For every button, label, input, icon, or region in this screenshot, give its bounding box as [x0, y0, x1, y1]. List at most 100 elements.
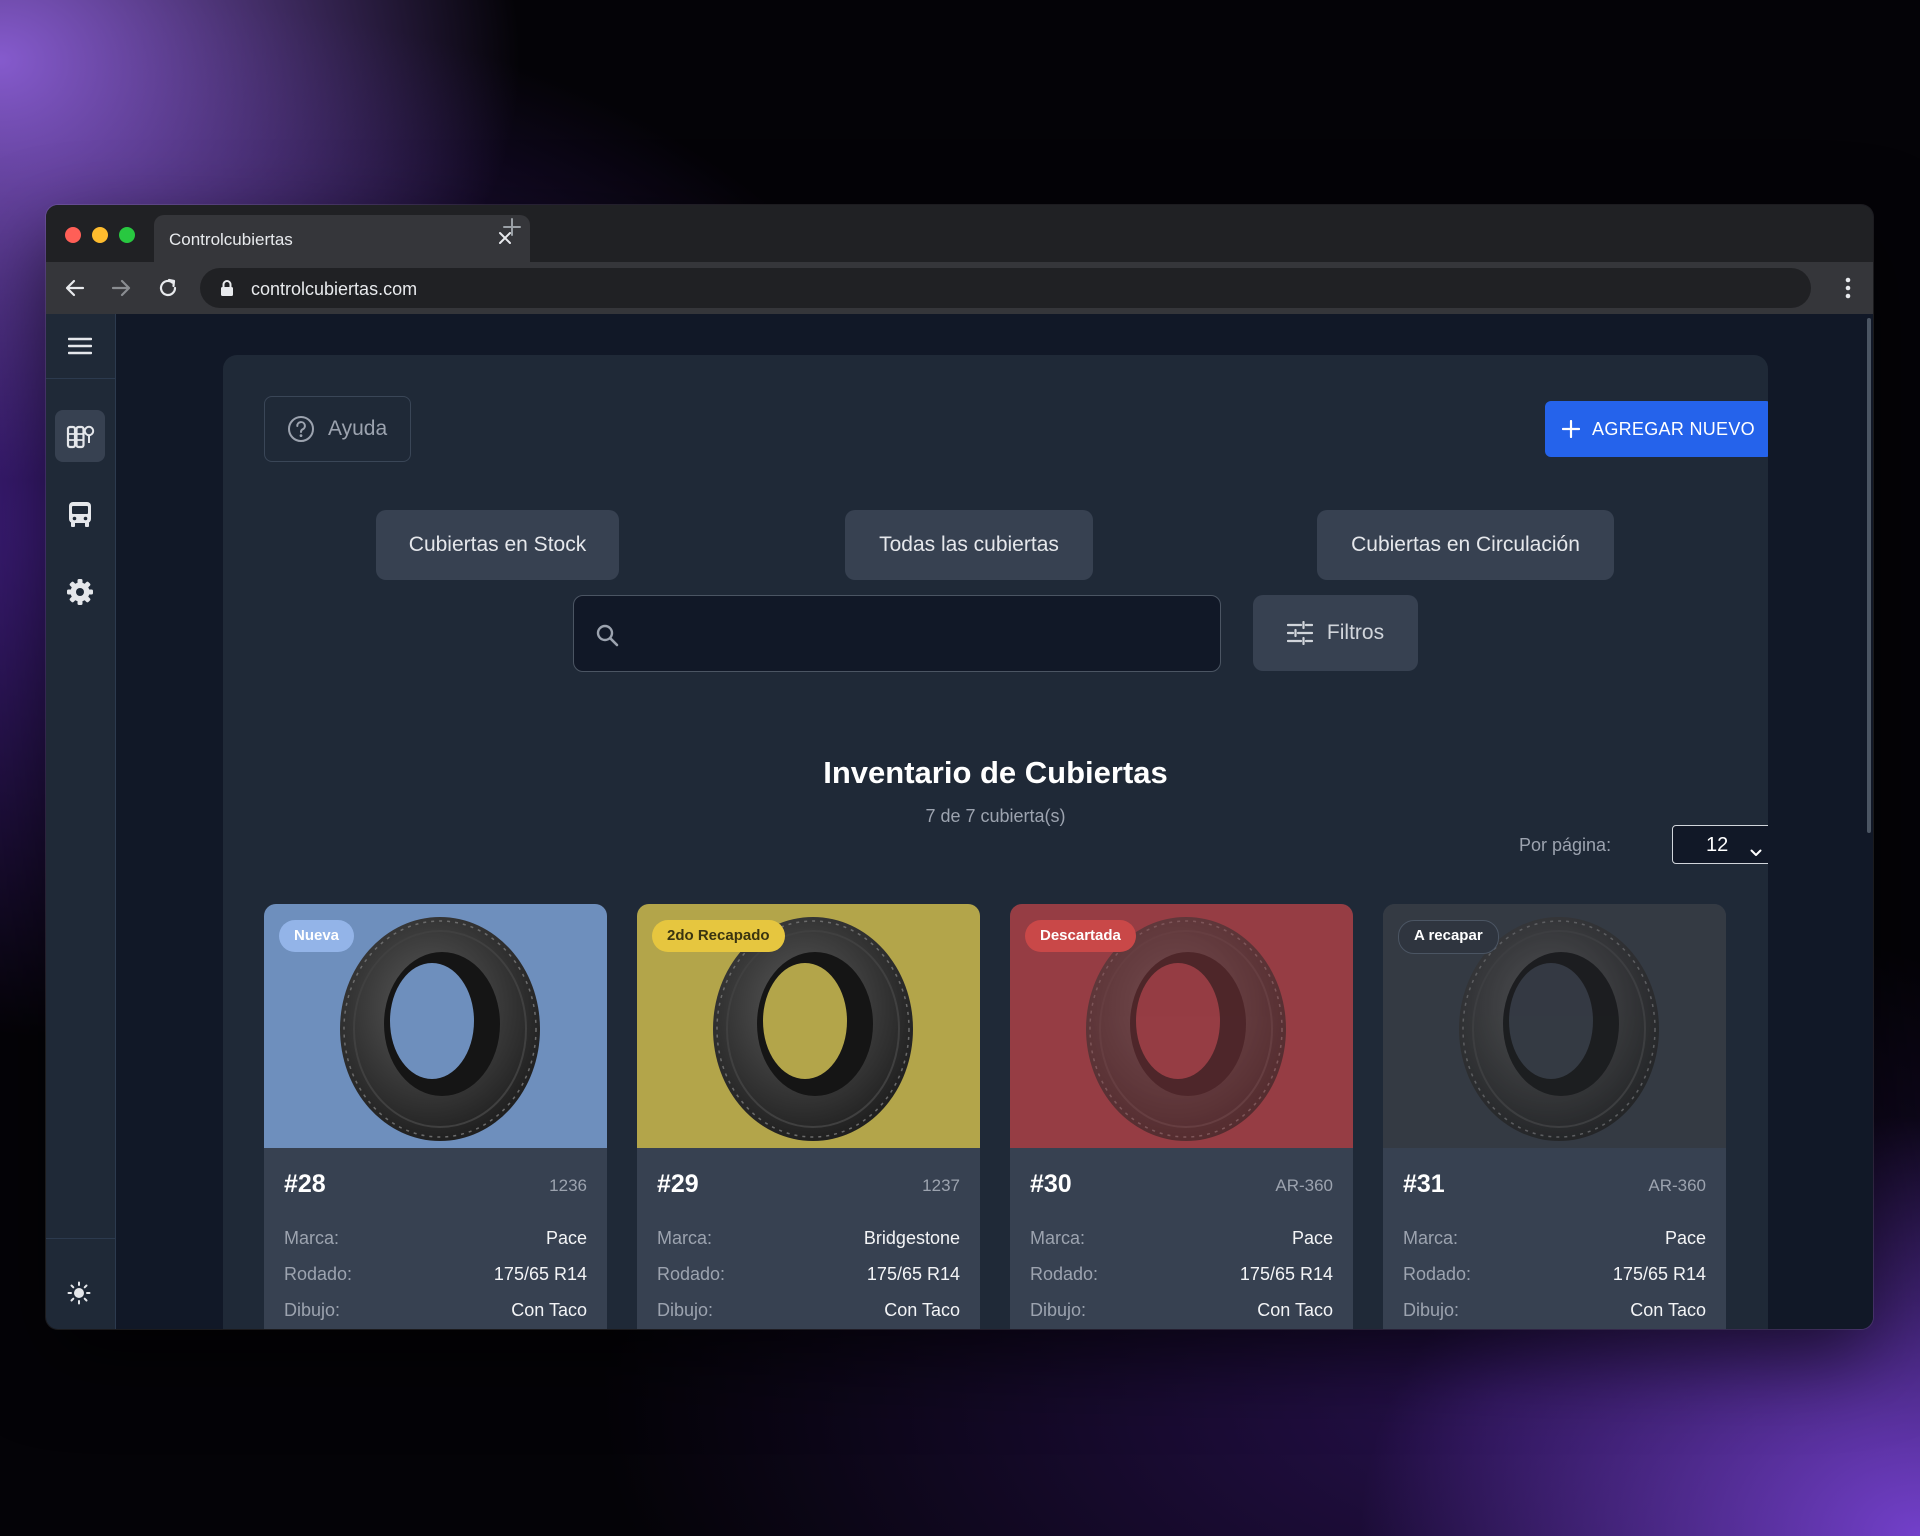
detail-value: Pace — [1291, 1228, 1333, 1248]
forward-icon[interactable] — [108, 275, 134, 301]
sidebar-item-vehicles[interactable] — [55, 488, 105, 540]
detail-label: Marca: — [657, 1228, 713, 1248]
tire-card[interactable]: 2do Recapado #29 1237 Marca: Bridgestone Roda… — [637, 904, 980, 1329]
detail-label: Marca: — [284, 1228, 340, 1248]
tire-code: 1237 — [922, 1176, 960, 1195]
close-window-button[interactable] — [65, 227, 81, 243]
tire-number: #29 — [657, 1170, 699, 1198]
tab-title: Controlcubiertas — [169, 230, 293, 249]
detail-value: Con Taco — [511, 1300, 587, 1320]
card-detail-row: Rodado: 175/65 R14 — [1403, 1264, 1706, 1288]
reload-icon[interactable] — [155, 275, 181, 301]
maximize-window-button[interactable] — [119, 227, 135, 243]
tab-circulation-label: Cubiertas en Circulación — [1351, 533, 1580, 556]
search-input[interactable] — [634, 606, 1208, 663]
detail-label: Rodado: — [657, 1264, 726, 1284]
tire-image: A recapar — [1383, 904, 1726, 1148]
detail-value: Bridgestone — [863, 1228, 960, 1248]
sun-icon — [67, 1281, 91, 1305]
sidebar-item-tires[interactable] — [55, 410, 105, 462]
sliders-icon — [1286, 621, 1313, 645]
app-viewport: Ayuda AGREGAR NUEVO Cubiertas en Stock T… — [46, 314, 1873, 1329]
detail-value: Con Taco — [1257, 1300, 1333, 1320]
tire-code: AR-360 — [1275, 1176, 1333, 1195]
card-detail-row: Marca: Pace — [284, 1228, 587, 1252]
tire-number: #28 — [284, 1170, 326, 1198]
card-detail-row: Dibujo: Con Taco — [657, 1300, 960, 1324]
detail-label: Marca: — [1030, 1228, 1086, 1248]
detail-label: Rodado: — [284, 1264, 353, 1284]
filters-label: Filtros — [1326, 621, 1385, 644]
detail-value: 175/65 R14 — [866, 1264, 960, 1284]
page-scrollbar[interactable] — [1867, 318, 1871, 833]
tab-circulation[interactable]: Cubiertas en Circulación — [1317, 510, 1614, 580]
detail-value: 175/65 R14 — [1239, 1264, 1333, 1284]
status-badge: Descartada — [1025, 920, 1136, 952]
card-detail-row: Marca: Bridgestone — [657, 1228, 960, 1252]
address-bar[interactable]: controlcubiertas.com — [200, 268, 1811, 308]
tab-all-label: Todas las cubiertas — [879, 533, 1059, 556]
main-panel: Ayuda AGREGAR NUEVO Cubiertas en Stock T… — [223, 355, 1768, 1329]
tire-card[interactable]: A recapar #31 AR-360 Marca: Pace Rodado: 175/6… — [1383, 904, 1726, 1329]
card-detail-row: Marca: Pace — [1403, 1228, 1706, 1252]
minimize-window-button[interactable] — [92, 227, 108, 243]
inventory-title: Inventario de Cubiertas — [823, 755, 1168, 790]
per-page-select[interactable]: 12 — [1672, 825, 1768, 864]
hamburger-menu-icon[interactable] — [55, 320, 105, 372]
lock-icon — [220, 279, 234, 302]
theme-toggle[interactable] — [54, 1267, 104, 1319]
detail-label: Marca: — [1403, 1228, 1459, 1248]
tire-code: AR-360 — [1648, 1176, 1706, 1195]
add-new-label: AGREGAR NUEVO — [1592, 418, 1755, 439]
new-tab-icon[interactable] — [501, 216, 523, 238]
tire-number: #30 — [1030, 1170, 1072, 1198]
browser-tab[interactable]: Controlcubiertas — [154, 215, 530, 262]
search-box[interactable] — [573, 595, 1221, 672]
tire-icon — [328, 909, 548, 1145]
card-detail-row: Dibujo: Con Taco — [284, 1300, 587, 1324]
url-text: controlcubiertas.com — [251, 279, 418, 299]
tab-strip: Controlcubiertas — [46, 205, 1873, 262]
tab-stock-label: Cubiertas en Stock — [408, 533, 587, 556]
filters-button[interactable]: Filtros — [1253, 595, 1418, 671]
tire-card[interactable]: Nueva #28 1236 Marca: Pace Rodado: 175/65 R14 D… — [264, 904, 607, 1329]
help-button[interactable]: Ayuda — [264, 396, 411, 462]
status-badge: 2do Recapado — [652, 920, 785, 952]
browser-menu-icon[interactable] — [1845, 277, 1851, 304]
tire-hole — [763, 963, 847, 1079]
status-badge: Nueva — [279, 920, 355, 952]
sidebar-item-settings[interactable] — [55, 566, 105, 618]
gear-icon — [67, 579, 93, 605]
card-detail-row: Rodado: 175/65 R14 — [657, 1264, 960, 1288]
tire-image: Descartada — [1010, 904, 1353, 1148]
help-label: Ayuda — [328, 417, 388, 440]
tire-inventory-icon — [66, 425, 95, 449]
back-icon[interactable] — [62, 275, 88, 301]
bus-icon — [69, 502, 91, 527]
tire-image: 2do Recapado — [637, 904, 980, 1148]
tire-image: Nueva — [264, 904, 607, 1148]
tire-card[interactable]: Descartada #30 AR-360 Marca: Pace Rodado: 175/… — [1010, 904, 1353, 1329]
detail-value: Pace — [1664, 1228, 1706, 1248]
detail-value: 175/65 R14 — [493, 1264, 587, 1284]
tab-all[interactable]: Todas las cubiertas — [845, 510, 1093, 580]
sidebar-footer — [46, 1238, 115, 1329]
card-detail-row: Marca: Pace — [1030, 1228, 1333, 1252]
plus-icon — [1562, 420, 1581, 438]
tire-hole — [1509, 963, 1593, 1079]
tire-hole — [1136, 963, 1220, 1079]
per-page-value: 12 — [1706, 834, 1729, 856]
card-detail-row: Rodado: 175/65 R14 — [1030, 1264, 1333, 1288]
detail-label: Dibujo: — [1403, 1300, 1460, 1320]
detail-label: Dibujo: — [1030, 1300, 1087, 1320]
add-new-button[interactable]: AGREGAR NUEVO — [1545, 401, 1768, 457]
detail-value: Con Taco — [1630, 1300, 1706, 1320]
detail-label: Dibujo: — [284, 1300, 341, 1320]
tab-stock[interactable]: Cubiertas en Stock — [376, 510, 619, 580]
tire-number: #31 — [1403, 1170, 1445, 1198]
browser-toolbar: controlcubiertas.com — [46, 262, 1873, 314]
chevron-down-icon — [1750, 840, 1762, 863]
per-page-label: Por página: — [1519, 835, 1612, 855]
help-circle-icon — [288, 416, 314, 442]
detail-label: Dibujo: — [657, 1300, 714, 1320]
